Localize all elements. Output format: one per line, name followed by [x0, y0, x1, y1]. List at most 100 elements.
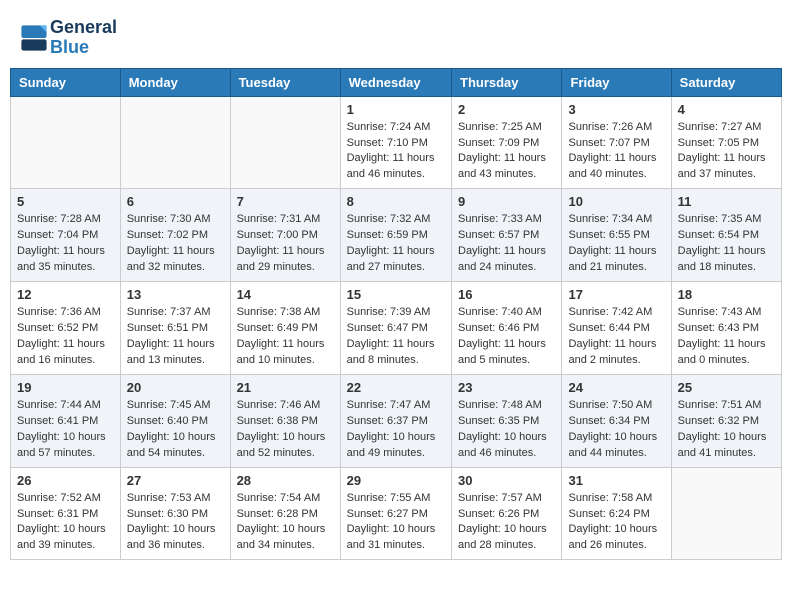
day-number: 11	[678, 194, 775, 209]
calendar-cell: 9Sunrise: 7:33 AM Sunset: 6:57 PM Daylig…	[452, 189, 562, 282]
day-number: 22	[347, 380, 445, 395]
calendar-cell: 4 Sunrise: 7:27 AM Sunset: 7:05 PM Daylig…	[671, 96, 781, 189]
cell-content: Sunrise: 7:51 AM Sunset: 6:32 PM Dayligh…	[678, 398, 775, 462]
day-number: 3	[568, 102, 664, 117]
day-number: 30	[458, 473, 555, 488]
calendar-cell	[120, 96, 230, 189]
calendar-cell: 30 Sunrise: 7:57 AM Sunset: 6:26 PM Dayli…	[452, 467, 562, 560]
day-number: 26	[17, 473, 114, 488]
calendar-cell: 21Sunrise: 7:46 AM Sunset: 6:38 PM Dayli…	[230, 374, 340, 467]
logo-text: General Blue	[50, 18, 117, 58]
day-number: 31	[568, 473, 664, 488]
cell-content: Sunrise: 7:55 AM Sunset: 6:27 PM Dayligh…	[347, 491, 445, 555]
day-number: 8	[347, 194, 445, 209]
cell-content: Sunrise: 7:25 AM Sunset: 7:09 PM Dayligh…	[458, 120, 555, 184]
calendar-cell: 7Sunrise: 7:31 AM Sunset: 7:00 PM Daylig…	[230, 189, 340, 282]
day-number: 9	[458, 194, 555, 209]
calendar-cell	[671, 467, 781, 560]
day-number: 27	[127, 473, 224, 488]
day-number: 5	[17, 194, 114, 209]
day-number: 18	[678, 287, 775, 302]
page-header: General Blue	[10, 10, 782, 64]
cell-content: Sunrise: 7:45 AM Sunset: 6:40 PM Dayligh…	[127, 398, 224, 462]
calendar-week-row: 26 Sunrise: 7:52 AM Sunset: 6:31 PM Dayli…	[11, 467, 782, 560]
cell-content: Sunrise: 7:58 AM Sunset: 6:24 PM Dayligh…	[568, 491, 664, 555]
cell-content: Sunrise: 7:28 AM Sunset: 7:04 PM Dayligh…	[17, 212, 114, 276]
day-number: 14	[237, 287, 334, 302]
calendar-cell: 6 Sunrise: 7:30 AM Sunset: 7:02 PM Daylig…	[120, 189, 230, 282]
calendar-cell: 24 Sunrise: 7:50 AM Sunset: 6:34 PM Dayli…	[562, 374, 671, 467]
calendar-cell: 3 Sunrise: 7:26 AM Sunset: 7:07 PM Daylig…	[562, 96, 671, 189]
day-number: 17	[568, 287, 664, 302]
day-number: 25	[678, 380, 775, 395]
cell-content: Sunrise: 7:47 AM Sunset: 6:37 PM Dayligh…	[347, 398, 445, 462]
calendar-cell: 29 Sunrise: 7:55 AM Sunset: 6:27 PM Dayli…	[340, 467, 451, 560]
cell-content: Sunrise: 7:26 AM Sunset: 7:07 PM Dayligh…	[568, 120, 664, 184]
calendar-week-row: 19 Sunrise: 7:44 AM Sunset: 6:41 PM Dayli…	[11, 374, 782, 467]
calendar-cell: 22 Sunrise: 7:47 AM Sunset: 6:37 PM Dayli…	[340, 374, 451, 467]
cell-content: Sunrise: 7:48 AM Sunset: 6:35 PM Dayligh…	[458, 398, 555, 462]
column-header-tuesday: Tuesday	[230, 68, 340, 96]
cell-content: Sunrise: 7:37 AM Sunset: 6:51 PM Dayligh…	[127, 305, 224, 369]
calendar-week-row: 5 Sunrise: 7:28 AM Sunset: 7:04 PM Daylig…	[11, 189, 782, 282]
calendar-header-row: SundayMondayTuesdayWednesdayThursdayFrid…	[11, 68, 782, 96]
day-number: 24	[568, 380, 664, 395]
cell-content: Sunrise: 7:50 AM Sunset: 6:34 PM Dayligh…	[568, 398, 664, 462]
cell-content: Sunrise: 7:44 AM Sunset: 6:41 PM Dayligh…	[17, 398, 114, 462]
day-number: 4	[678, 102, 775, 117]
calendar-cell: 26 Sunrise: 7:52 AM Sunset: 6:31 PM Dayli…	[11, 467, 121, 560]
cell-content: Sunrise: 7:32 AM Sunset: 6:59 PM Dayligh…	[347, 212, 445, 276]
day-number: 6	[127, 194, 224, 209]
cell-content: Sunrise: 7:57 AM Sunset: 6:26 PM Dayligh…	[458, 491, 555, 555]
day-number: 13	[127, 287, 224, 302]
calendar-week-row: 1 Sunrise: 7:24 AM Sunset: 7:10 PM Daylig…	[11, 96, 782, 189]
calendar-cell: 8 Sunrise: 7:32 AM Sunset: 6:59 PM Daylig…	[340, 189, 451, 282]
day-number: 29	[347, 473, 445, 488]
cell-content: Sunrise: 7:27 AM Sunset: 7:05 PM Dayligh…	[678, 120, 775, 184]
cell-content: Sunrise: 7:31 AM Sunset: 7:00 PM Dayligh…	[237, 212, 334, 276]
calendar-cell: 15 Sunrise: 7:39 AM Sunset: 6:47 PM Dayli…	[340, 282, 451, 375]
calendar-cell: 14 Sunrise: 7:38 AM Sunset: 6:49 PM Dayli…	[230, 282, 340, 375]
calendar-cell: 13 Sunrise: 7:37 AM Sunset: 6:51 PM Dayli…	[120, 282, 230, 375]
calendar-cell: 12 Sunrise: 7:36 AM Sunset: 6:52 PM Dayli…	[11, 282, 121, 375]
cell-content: Sunrise: 7:24 AM Sunset: 7:10 PM Dayligh…	[347, 120, 445, 184]
cell-content: Sunrise: 7:38 AM Sunset: 6:49 PM Dayligh…	[237, 305, 334, 369]
cell-content: Sunrise: 7:42 AM Sunset: 6:44 PM Dayligh…	[568, 305, 664, 369]
calendar-week-row: 12 Sunrise: 7:36 AM Sunset: 6:52 PM Dayli…	[11, 282, 782, 375]
calendar-cell: 19 Sunrise: 7:44 AM Sunset: 6:41 PM Dayli…	[11, 374, 121, 467]
calendar-cell: 17 Sunrise: 7:42 AM Sunset: 6:44 PM Dayli…	[562, 282, 671, 375]
cell-content: Sunrise: 7:54 AM Sunset: 6:28 PM Dayligh…	[237, 491, 334, 555]
cell-content: Sunrise: 7:52 AM Sunset: 6:31 PM Dayligh…	[17, 491, 114, 555]
calendar-cell: 2 Sunrise: 7:25 AM Sunset: 7:09 PM Daylig…	[452, 96, 562, 189]
logo: General Blue	[20, 18, 117, 58]
calendar-table: SundayMondayTuesdayWednesdayThursdayFrid…	[10, 68, 782, 561]
column-header-monday: Monday	[120, 68, 230, 96]
day-number: 20	[127, 380, 224, 395]
calendar-cell: 25 Sunrise: 7:51 AM Sunset: 6:32 PM Dayli…	[671, 374, 781, 467]
column-header-friday: Friday	[562, 68, 671, 96]
calendar-cell: 18 Sunrise: 7:43 AM Sunset: 6:43 PM Dayli…	[671, 282, 781, 375]
cell-content: Sunrise: 7:34 AM Sunset: 6:55 PM Dayligh…	[568, 212, 664, 276]
cell-content: Sunrise: 7:43 AM Sunset: 6:43 PM Dayligh…	[678, 305, 775, 369]
calendar-cell	[230, 96, 340, 189]
day-number: 23	[458, 380, 555, 395]
cell-content: Sunrise: 7:39 AM Sunset: 6:47 PM Dayligh…	[347, 305, 445, 369]
cell-content: Sunrise: 7:35 AM Sunset: 6:54 PM Dayligh…	[678, 212, 775, 276]
cell-content: Sunrise: 7:36 AM Sunset: 6:52 PM Dayligh…	[17, 305, 114, 369]
calendar-cell: 31 Sunrise: 7:58 AM Sunset: 6:24 PM Dayli…	[562, 467, 671, 560]
day-number: 19	[17, 380, 114, 395]
calendar-cell: 11 Sunrise: 7:35 AM Sunset: 6:54 PM Dayli…	[671, 189, 781, 282]
day-number: 12	[17, 287, 114, 302]
calendar-cell: 23 Sunrise: 7:48 AM Sunset: 6:35 PM Dayli…	[452, 374, 562, 467]
calendar-cell: 5 Sunrise: 7:28 AM Sunset: 7:04 PM Daylig…	[11, 189, 121, 282]
day-number: 16	[458, 287, 555, 302]
calendar-cell: 20 Sunrise: 7:45 AM Sunset: 6:40 PM Dayli…	[120, 374, 230, 467]
cell-content: Sunrise: 7:30 AM Sunset: 7:02 PM Dayligh…	[127, 212, 224, 276]
calendar-cell	[11, 96, 121, 189]
calendar-cell: 10Sunrise: 7:34 AM Sunset: 6:55 PM Dayli…	[562, 189, 671, 282]
day-number: 15	[347, 287, 445, 302]
column-header-wednesday: Wednesday	[340, 68, 451, 96]
calendar-cell: 28Sunrise: 7:54 AM Sunset: 6:28 PM Dayli…	[230, 467, 340, 560]
day-number: 2	[458, 102, 555, 117]
day-number: 1	[347, 102, 445, 117]
